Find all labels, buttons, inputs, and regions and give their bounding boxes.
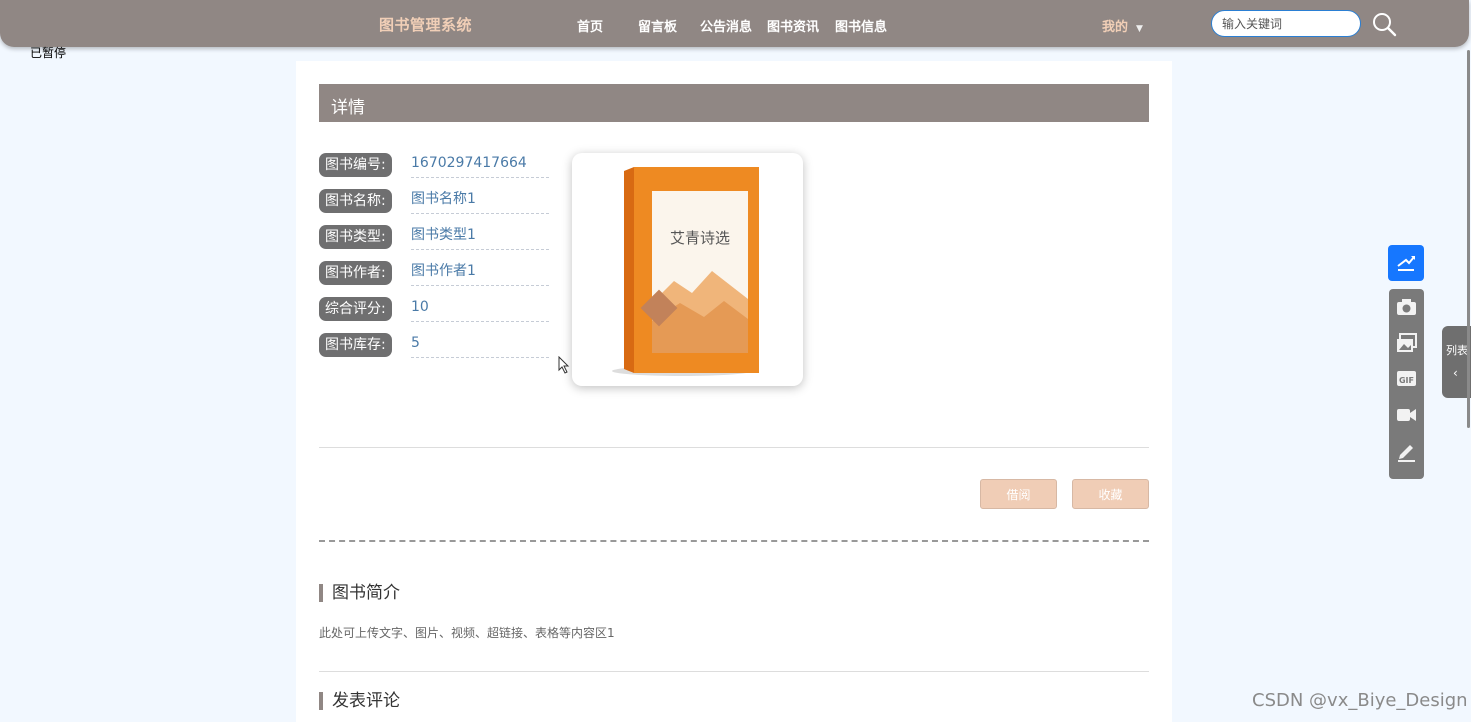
detail-header: 详情 — [319, 84, 1149, 122]
list-tab-label: 列表 — [1446, 344, 1468, 357]
field-book-id: 图书编号: 1670297417664 — [319, 153, 554, 183]
book-cover-image: 艾青诗选 — [612, 167, 759, 376]
share-button[interactable] — [1388, 245, 1424, 281]
field-value: 图书作者1 — [411, 261, 549, 286]
scrollbar-thumb[interactable] — [1467, 50, 1470, 428]
field-value: 1670297417664 — [411, 153, 549, 178]
share-icon — [1397, 256, 1415, 271]
field-book-author: 图书作者: 图书作者1 — [319, 261, 554, 291]
favorite-button[interactable]: 收藏 — [1072, 479, 1149, 509]
detail-title: 详情 — [331, 98, 365, 118]
user-menu-label: 我的 — [1102, 20, 1129, 35]
field-stock: 图书库存: 5 — [319, 333, 554, 363]
caret-down-icon: ▼ — [1136, 24, 1143, 34]
field-value: 10 — [411, 297, 549, 322]
comment-title: 发表评论 — [319, 692, 400, 710]
field-label: 图书类型: — [319, 225, 392, 249]
cover-title: 艾青诗选 — [670, 229, 730, 247]
image-icon[interactable] — [1396, 333, 1417, 354]
intro-title: 图书简介 — [319, 584, 400, 602]
intro-text: 此处可上传文字、图片、视频、超链接、表格等内容区1 — [319, 626, 615, 640]
user-menu[interactable]: 我的 ▼ — [1102, 16, 1143, 35]
field-label: 图书库存: — [319, 333, 392, 357]
nav-home[interactable]: 首页 — [577, 16, 603, 35]
search-input[interactable] — [1211, 10, 1361, 37]
capture-toolbox: GIF — [1389, 289, 1424, 479]
paused-overlay: 已暂停 — [30, 46, 67, 60]
borrow-button[interactable]: 借阅 — [980, 479, 1057, 509]
chevron-left-icon: ‹ — [1453, 366, 1458, 380]
book-cover[interactable]: 艾青诗选 — [572, 153, 803, 386]
field-book-type: 图书类型: 图书类型1 — [319, 225, 554, 255]
field-label: 综合评分: — [319, 297, 392, 321]
divider — [319, 671, 1149, 672]
dashed-divider — [319, 540, 1149, 542]
search-icon[interactable] — [1371, 11, 1397, 37]
field-rating: 综合评分: 10 — [319, 297, 554, 327]
nav-announcements[interactable]: 公告消息 — [700, 16, 752, 35]
field-label: 图书编号: — [319, 153, 392, 177]
field-label: 图书作者: — [319, 261, 392, 285]
site-brand[interactable]: 图书管理系统 — [379, 14, 472, 35]
field-book-name: 图书名称: 图书名称1 — [319, 189, 554, 219]
svg-text:GIF: GIF — [1399, 376, 1414, 385]
detail-panel: 详情 图书编号: 1670297417664 图书名称: 图书名称1 图书类型:… — [296, 61, 1172, 722]
watermark: CSDN @vx_Biye_Design — [1252, 690, 1468, 711]
nav-book-news[interactable]: 图书资讯 — [767, 16, 819, 35]
divider — [319, 447, 1149, 448]
edit-icon[interactable] — [1396, 441, 1417, 462]
mouse-cursor-icon — [558, 356, 570, 374]
field-value: 图书类型1 — [411, 225, 549, 250]
nav-message-board[interactable]: 留言板 — [638, 16, 677, 35]
field-value: 图书名称1 — [411, 189, 549, 214]
gif-icon[interactable]: GIF — [1396, 368, 1417, 389]
field-value: 5 — [411, 333, 549, 358]
video-icon[interactable] — [1396, 404, 1417, 425]
nav-book-info[interactable]: 图书信息 — [835, 16, 887, 35]
camera-icon[interactable] — [1396, 297, 1417, 318]
field-label: 图书名称: — [319, 189, 392, 213]
top-navbar: 图书管理系统 首页 留言板 公告消息 图书资讯 图书信息 我的 ▼ — [0, 0, 1469, 47]
